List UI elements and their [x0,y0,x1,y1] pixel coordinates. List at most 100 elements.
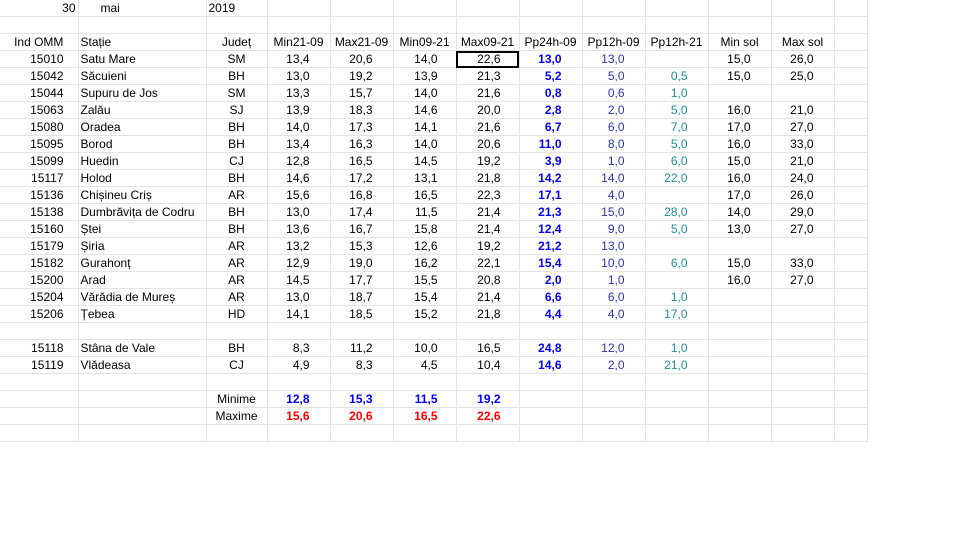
cell-empty[interactable] [771,16,835,34]
cell-judet[interactable]: BH [206,339,268,357]
cell-maxime-row-max21-09[interactable]: 20,6 [330,407,394,425]
cell-max09-21[interactable]: 21,8 [456,305,520,323]
cell-max09-21[interactable]: 22,3 [456,186,520,204]
cell-pp12h-09[interactable]: 1,0 [582,271,646,289]
cell-max21-09[interactable]: 18,7 [330,288,394,306]
cell-judet[interactable]: BH [206,135,268,153]
cell-empty[interactable] [582,0,646,17]
cell-empty[interactable] [78,407,207,425]
cell-min21-09[interactable]: 13,0 [267,288,331,306]
cell-empty[interactable] [582,322,646,340]
cell-minime-row-min21-09[interactable]: 12,8 [267,390,331,408]
cell-maxime-row-min09-21[interactable]: 16,5 [393,407,457,425]
cell-min-sol[interactable] [708,237,772,255]
cell-judet[interactable]: BH [206,220,268,238]
cell-statie[interactable]: Huedin [78,152,207,170]
cell-ind-omm[interactable]: 15204 [0,288,79,306]
cell-empty[interactable] [834,186,868,204]
cell-max09-21[interactable]: 20,0 [456,101,520,119]
cell-empty[interactable] [393,424,457,442]
cell-empty[interactable] [582,16,646,34]
cell-empty[interactable] [834,322,868,340]
cell-pp12h-09[interactable]: 10,0 [582,254,646,272]
cell-min09-21[interactable]: 14,6 [393,101,457,119]
cell-empty[interactable] [771,390,835,408]
header-judet[interactable]: Județ [206,33,268,51]
cell-empty[interactable] [393,373,457,391]
cell-empty[interactable] [834,0,868,17]
header-max-sol[interactable]: Max sol [771,33,835,51]
cell-ind-omm[interactable]: 15010 [0,50,79,68]
cell-min-sol[interactable]: 16,0 [708,101,772,119]
cell-empty[interactable] [771,322,835,340]
cell-max-sol[interactable]: 27,0 [771,271,835,289]
cell-statie[interactable]: Satu Mare [78,50,207,68]
cell-ind-omm[interactable]: 15044 [0,84,79,102]
cell-max-sol[interactable]: 27,0 [771,220,835,238]
cell-max09-21[interactable]: 20,8 [456,271,520,289]
cell-empty[interactable] [0,16,79,34]
cell-pp12h-09[interactable]: 13,0 [582,50,646,68]
cell-min-sol[interactable] [708,305,772,323]
cell-pp24h-09[interactable]: 24,8 [519,339,583,357]
cell-pp24h-09[interactable]: 14,2 [519,169,583,187]
cell-judet[interactable]: HD [206,305,268,323]
cell-max-sol[interactable]: 21,0 [771,101,835,119]
cell-pp12h-21[interactable]: 0,5 [645,67,709,85]
cell-pp12h-09[interactable]: 4,0 [582,186,646,204]
cell-empty[interactable] [267,373,331,391]
cell-pp12h-09[interactable]: 13,0 [582,237,646,255]
cell-statie[interactable]: Zalău [78,101,207,119]
cell-judet[interactable]: AR [206,271,268,289]
cell-pp12h-21[interactable]: 5,0 [645,220,709,238]
cell-min21-09[interactable]: 12,8 [267,152,331,170]
cell-min21-09[interactable]: 13,3 [267,84,331,102]
cell-min21-09[interactable]: 8,3 [267,339,331,357]
cell-min21-09[interactable]: 14,0 [267,118,331,136]
cell-min21-09[interactable]: 4,9 [267,356,331,374]
cell-empty[interactable] [645,424,709,442]
cell-ind-omm[interactable]: 15095 [0,135,79,153]
cell-empty[interactable] [519,16,583,34]
cell-pp24h-09[interactable]: 11,0 [519,135,583,153]
cell-max-sol[interactable] [771,84,835,102]
cell-min21-09[interactable]: 13,0 [267,203,331,221]
cell-min21-09[interactable]: 14,6 [267,169,331,187]
cell-max21-09[interactable]: 16,5 [330,152,394,170]
cell-pp12h-21[interactable]: 5,0 [645,135,709,153]
header-statie[interactable]: Stație [78,33,207,51]
cell-pp12h-21[interactable]: 1,0 [645,339,709,357]
cell-pp24h-09[interactable]: 15,4 [519,254,583,272]
cell-min09-21[interactable]: 13,1 [393,169,457,187]
cell-ind-omm[interactable]: 15063 [0,101,79,119]
cell-empty[interactable] [834,305,868,323]
cell-judet[interactable]: CJ [206,152,268,170]
cell-empty[interactable] [519,322,583,340]
cell-empty[interactable] [834,101,868,119]
cell-pp24h-09[interactable]: 21,3 [519,203,583,221]
cell-max-sol[interactable] [771,237,835,255]
cell-empty[interactable] [645,373,709,391]
cell-max-sol[interactable] [771,288,835,306]
cell-pp24h-09[interactable]: 4,4 [519,305,583,323]
cell-pp12h-21[interactable] [645,271,709,289]
cell-min-sol[interactable]: 17,0 [708,118,772,136]
cell-empty[interactable] [206,373,268,391]
cell-min-sol[interactable]: 16,0 [708,169,772,187]
cell-pp12h-09[interactable]: 0,6 [582,84,646,102]
cell-empty[interactable] [582,373,646,391]
cell-empty[interactable] [519,373,583,391]
cell-empty[interactable] [834,356,868,374]
cell-statie[interactable]: Ștei [78,220,207,238]
cell-ind-omm[interactable]: 15119 [0,356,79,374]
cell-empty[interactable] [0,390,79,408]
cell-statie[interactable]: Gurahonț [78,254,207,272]
cell-empty[interactable] [330,373,394,391]
cell-empty[interactable] [78,373,207,391]
cell-maxime-row-label[interactable]: Maxime [206,407,268,425]
cell-min-sol[interactable]: 14,0 [708,203,772,221]
cell-pp24h-09[interactable]: 3,9 [519,152,583,170]
cell-max21-09[interactable]: 20,6 [330,50,394,68]
cell-empty[interactable] [519,0,583,17]
cell-max21-09[interactable]: 19,2 [330,67,394,85]
